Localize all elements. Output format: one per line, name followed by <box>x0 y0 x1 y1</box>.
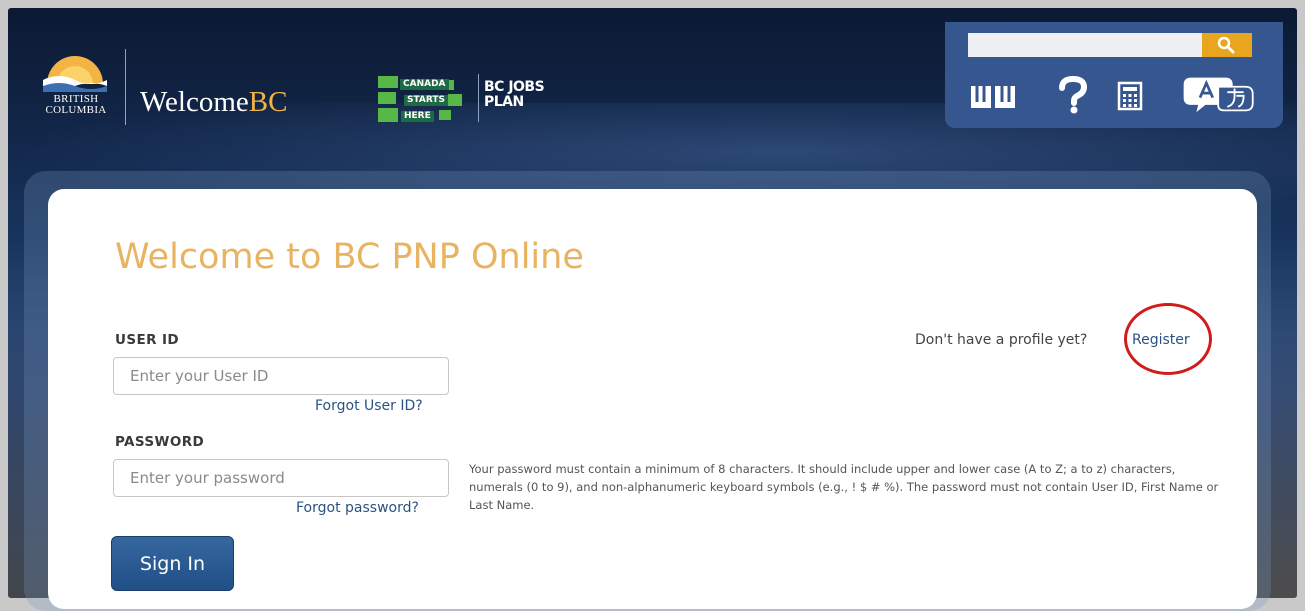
badge-word-canada: CANADA <box>400 79 449 90</box>
badge-block <box>378 76 398 88</box>
badge-block <box>439 110 451 120</box>
search-input[interactable] <box>968 33 1204 57</box>
canada-starts-here-badge[interactable]: CANADA STARTS HERE <box>369 70 471 128</box>
jobs-plan-line-2: PLAN <box>484 94 524 110</box>
search-button[interactable] <box>1202 33 1252 57</box>
password-input[interactable] <box>113 459 449 497</box>
search-icon <box>1217 36 1235 54</box>
bc-sun-icon <box>43 56 107 92</box>
badge-block <box>448 94 462 106</box>
badge-block <box>378 92 396 104</box>
book-icon[interactable] <box>968 74 1018 114</box>
badge-word-here: HERE <box>401 111 434 122</box>
translate-icon[interactable] <box>1180 74 1260 114</box>
welcomebc-suffix: BC <box>248 86 288 118</box>
welcomebc-prefix: Welcome <box>140 86 249 118</box>
user-id-label: USER ID <box>115 332 180 348</box>
welcomebc-logo[interactable]: WelcomeBC <box>140 86 287 119</box>
bc-logo-line-2: COLUMBIA <box>45 104 107 116</box>
bc-logo-text: BRITISH COLUMBIA <box>30 94 122 116</box>
bc-government-logo[interactable]: BRITISH COLUMBIA <box>30 50 130 130</box>
logo-divider <box>125 49 126 125</box>
bc-jobs-plan-logo[interactable]: BC JOBS PLAN <box>484 79 545 110</box>
register-prompt: Don't have a profile yet? <box>915 332 1088 348</box>
user-id-input[interactable] <box>113 357 449 395</box>
calculator-icon[interactable] <box>1116 74 1146 114</box>
password-label: PASSWORD <box>115 434 205 450</box>
register-highlight-circle <box>1124 303 1212 375</box>
badge-block <box>378 108 398 122</box>
page-title: Welcome to BC PNP Online <box>115 237 584 277</box>
forgot-user-id-link[interactable]: Forgot User ID? <box>315 398 423 414</box>
forgot-password-link[interactable]: Forgot password? <box>296 500 419 516</box>
help-icon[interactable] <box>1056 74 1090 114</box>
password-requirements-text: Your password must contain a minimum of … <box>469 462 1219 512</box>
badge-word-starts: STARTS <box>404 95 449 106</box>
sign-in-button[interactable]: Sign In <box>111 536 234 591</box>
jobs-plan-line-1: BC JOBS <box>484 79 545 95</box>
jobs-divider <box>478 74 479 122</box>
